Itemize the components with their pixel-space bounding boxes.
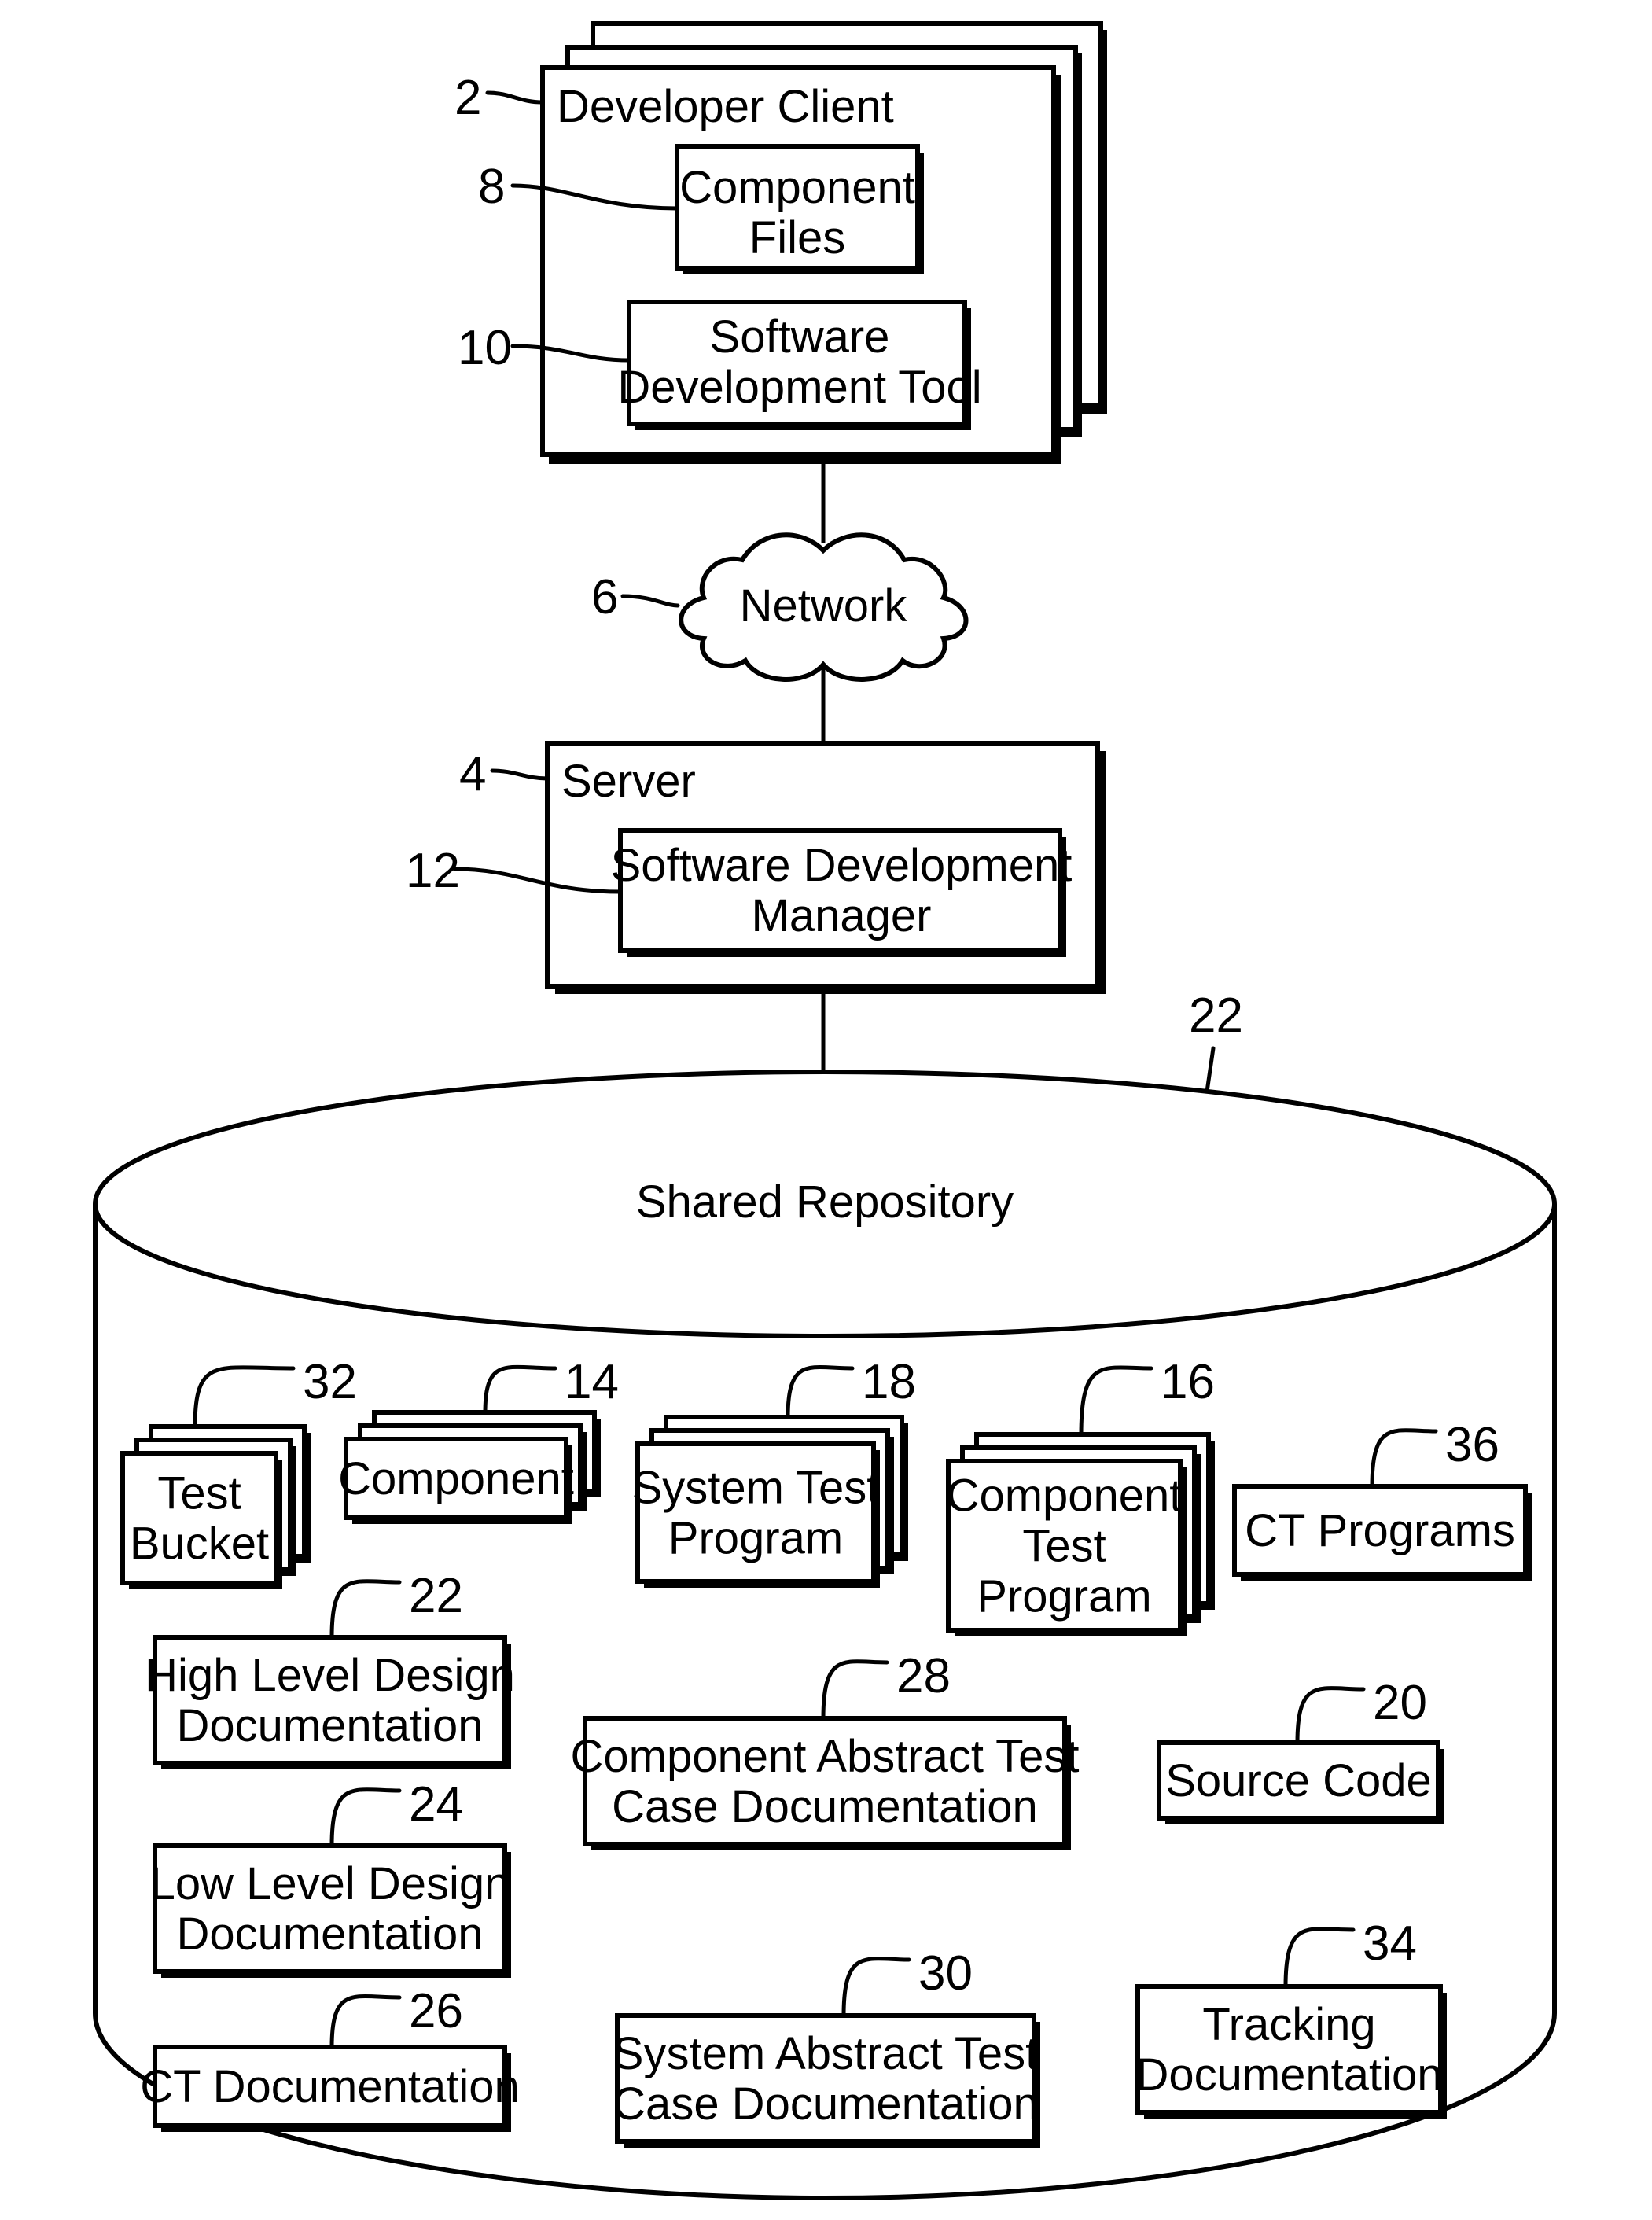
repo-item-label: System Abstract Test — [613, 2028, 1038, 2079]
software-development-manager-label-1: Software Development — [611, 840, 1073, 891]
repo-item-label: Test — [1022, 1521, 1106, 1572]
repo-item-label: Case Documentation — [612, 1781, 1038, 1832]
component-files-label-1: Component — [679, 162, 915, 213]
repo-item-ref: 34 — [1363, 1916, 1417, 1971]
repo-item-label: Low Level Design — [150, 1858, 510, 1909]
repo-item-label: Bucket — [130, 1519, 269, 1570]
server-leader — [490, 768, 550, 781]
software-development-manager-label-2: Manager — [752, 890, 932, 941]
server-label: Server — [561, 756, 696, 807]
software-development-tool-ref: 10 — [458, 321, 512, 375]
repo-item-label: Component Abstract Test — [571, 1731, 1080, 1782]
shared-repository-label: Shared Repository — [636, 1176, 1014, 1228]
network-ref: 6 — [591, 570, 618, 624]
repo-item-ref: 30 — [918, 1946, 973, 2001]
repo-item-label: Documentation — [176, 1909, 483, 1960]
repo-item-ref: 22 — [409, 1569, 463, 1623]
repo-item-label: Documentation — [1135, 2049, 1442, 2100]
repo-item-label: Documentation — [176, 1700, 483, 1751]
network-label: Network — [740, 580, 908, 631]
network: Network 6 — [591, 532, 969, 682]
repo-item-label: Case Documentation — [613, 2078, 1039, 2130]
network-leader — [620, 594, 680, 608]
repo-item-ref: 16 — [1161, 1355, 1215, 1409]
repo-item-label: Test — [157, 1468, 241, 1519]
repo-item-label: High Level Design — [145, 1650, 515, 1701]
developer-client-ref: 2 — [454, 71, 481, 125]
repo-item-label: System Test — [632, 1463, 880, 1514]
repo-item-ref: 26 — [409, 1984, 463, 2038]
component-files-label-2: Files — [749, 212, 845, 263]
repo-item-label: Tracking — [1202, 1999, 1375, 2050]
repo-item-label: Program — [668, 1513, 843, 1564]
repo-item-label: Component — [338, 1453, 574, 1504]
server-ref: 4 — [459, 747, 486, 801]
software-development-manager-ref: 12 — [406, 844, 460, 898]
repo-item-label: Source Code — [1165, 1755, 1432, 1806]
repo-item-ref: 32 — [303, 1355, 357, 1409]
repo-item-ref: 20 — [1373, 1676, 1427, 1730]
shared-repository-ref: 22 — [1189, 989, 1243, 1043]
repo-item-ref: 18 — [862, 1355, 916, 1409]
component-files-ref: 8 — [478, 160, 505, 214]
repo-item-label: Program — [977, 1571, 1151, 1622]
repo-item-ref: 28 — [896, 1649, 951, 1703]
repo-item-ref: 24 — [409, 1777, 463, 1832]
repo-item-ref: 14 — [565, 1355, 619, 1409]
software-development-tool: Software Development Tool 10 — [458, 300, 982, 430]
shared-repository-leader — [1205, 1046, 1216, 1094]
software-development-tool-label-1: Software — [710, 311, 890, 363]
software-development-tool-label-2: Development Tool — [617, 362, 981, 413]
developer-client-leader — [485, 90, 545, 105]
developer-client-label: Developer Client — [557, 81, 894, 132]
repo-item-ref: 36 — [1445, 1418, 1499, 1472]
repo-item-label: CT Documentation — [140, 2061, 520, 2112]
software-development-manager: Software Development Manager 12 — [406, 828, 1073, 957]
repo-item-label: CT Programs — [1245, 1505, 1515, 1556]
system-architecture-diagram: Developer Client 2 Component Files 8 Sof… — [93, 21, 1557, 2201]
repo-item-label: Component — [947, 1471, 1183, 1522]
